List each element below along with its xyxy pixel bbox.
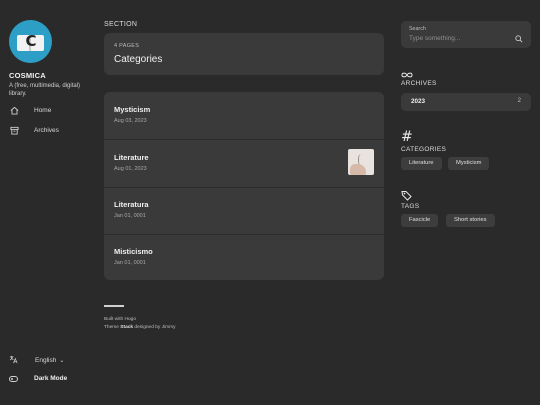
left-sidebar: C COSMICA A (free, multimedia, digital) … [0, 0, 92, 405]
tags-title: TAGS [401, 203, 420, 210]
site-title[interactable]: COSMICA [9, 71, 46, 80]
post-date: Aug 03, 2023 [114, 118, 147, 124]
post-thumbnail[interactable] [348, 149, 374, 175]
page-title: Categories [114, 54, 163, 65]
theme-prefix: Theme [104, 325, 121, 330]
archive-icon [9, 125, 19, 135]
search-icon[interactable] [515, 30, 523, 43]
thumbnail-hand [350, 164, 366, 175]
post-row-literature[interactable]: Literature Aug 01, 2023 [104, 140, 384, 187]
archive-year: 2023 [411, 98, 426, 105]
page-count: 4 PAGES [114, 43, 140, 49]
footer-theme-credit: Theme Stack designed by Jimmy [104, 325, 175, 330]
post-title: Literatura [114, 200, 149, 209]
dark-mode-label: Dark Mode [34, 375, 68, 382]
category-chip-mysticism[interactable]: Mysticism [448, 157, 490, 170]
post-date: Jan 01, 0001 [114, 213, 146, 219]
dark-mode-toggle[interactable]: Dark Mode [9, 375, 67, 382]
theme-suffix: designed by Jimmy [133, 325, 176, 330]
logo-letter: C [25, 32, 37, 50]
post-date: Aug 01, 2023 [114, 166, 147, 172]
post-row-literatura[interactable]: Literatura Jan 01, 0001 [104, 188, 384, 234]
section-header-card: 4 PAGES Categories [104, 33, 384, 75]
footer-built-with: Built with Hugo [104, 317, 136, 322]
footer-rule [104, 305, 124, 307]
site-description: A (free, multimedia, digital) library. [9, 83, 81, 97]
post-row-misticismo[interactable]: Misticismo Jan 01, 0001 [104, 235, 384, 280]
theme-link[interactable]: Stack [120, 325, 133, 330]
language-label: English [35, 356, 57, 364]
post-title: Mysticism [114, 105, 151, 114]
category-chip-literature[interactable]: Literature [401, 157, 442, 170]
search-label: Search [409, 26, 426, 32]
section-label: SECTION [104, 21, 138, 28]
archives-title: ARCHIVES [401, 80, 437, 87]
home-icon [9, 105, 19, 115]
menu-label-home: Home [34, 106, 52, 114]
search-box[interactable]: Search [401, 21, 531, 48]
post-title: Misticismo [114, 247, 153, 256]
language-selector[interactable]: English ⌄ [9, 355, 64, 365]
post-date: Jan 01, 0001 [114, 260, 146, 266]
hash-icon: # [401, 129, 413, 145]
archive-count: 2 [517, 98, 521, 104]
post-list: Mysticism Aug 03, 2023 Literature Aug 01… [104, 92, 384, 280]
tag-chip-short-stories[interactable]: Short stories [446, 214, 495, 227]
search-input[interactable] [409, 34, 509, 43]
translate-icon [9, 355, 19, 365]
categories-title: CATEGORIES [401, 146, 447, 153]
site-avatar[interactable]: C [9, 20, 52, 63]
menu-item-archives[interactable]: Archives [9, 124, 59, 136]
toggle-icon [9, 375, 18, 382]
menu-label-archives: Archives [34, 126, 59, 134]
post-title: Literature [114, 153, 149, 162]
post-row-mysticism[interactable]: Mysticism Aug 03, 2023 [104, 92, 384, 139]
menu-item-home[interactable]: Home [9, 104, 51, 116]
tag-chip-fascicle[interactable]: Fascicle [401, 214, 439, 227]
archive-year-item[interactable]: 2023 2 [401, 93, 531, 111]
chevron-down-icon: ⌄ [59, 356, 65, 364]
